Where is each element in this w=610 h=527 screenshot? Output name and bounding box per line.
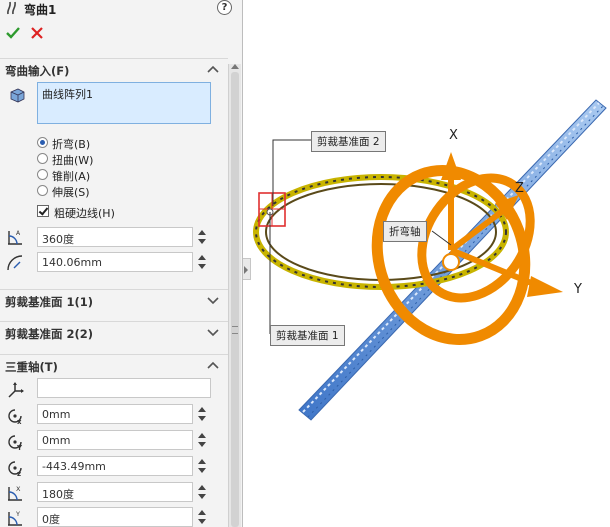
callout-trim-plane-1-text: 剪裁基准面 1 (276, 330, 339, 342)
chevron-up-icon[interactable] (207, 64, 219, 74)
callout-trim-plane-2-text: 剪裁基准面 2 (317, 136, 380, 148)
flex-feature-icon (7, 1, 16, 15)
radio-stretching-label: 伸展(S) (52, 186, 90, 199)
radio-twisting-dot[interactable] (37, 153, 48, 164)
angle-value[interactable]: 360度 (42, 231, 74, 247)
radio-twisting-label: 扭曲(W) (52, 154, 94, 167)
group-header-triad[interactable]: 三重轴(T) (0, 354, 228, 376)
x-coordinate-spinner[interactable] (196, 404, 208, 424)
group-title-trim-plane-1: 剪裁基准面 1(1) (5, 295, 94, 309)
panel-scrollbar[interactable] (228, 64, 241, 527)
model-view[interactable] (251, 0, 610, 527)
callout-bend-axis[interactable]: 折弯轴 (383, 221, 427, 242)
radius-icon (7, 255, 23, 271)
scrollbar-thumb[interactable] (231, 72, 239, 527)
x-rotation-icon: X (8, 485, 22, 501)
x-coordinate-field[interactable]: 0mm (37, 404, 193, 424)
angle-spinner[interactable] (196, 227, 208, 247)
angle-field[interactable]: 360度 (37, 227, 193, 247)
group-title-triad: 三重轴(T) (5, 360, 58, 374)
title-bar: 弯曲1 ? (0, 0, 242, 18)
hard-edges-label: 粗硬边线(H) (54, 207, 115, 220)
y-rotation-icon: Y (8, 510, 22, 526)
bodies-selection-box[interactable]: 曲线阵列1 (37, 82, 211, 124)
axis-label-z: Z (515, 181, 524, 196)
x-coordinate-value[interactable]: 0mm (42, 408, 70, 421)
svg-text:x: x (17, 418, 22, 425)
bodies-to-flex-icon (10, 88, 25, 103)
angle-icon: A (8, 230, 22, 245)
radio-tapering-dot[interactable] (37, 169, 48, 180)
z-coordinate-spinner[interactable] (196, 456, 208, 476)
z-coordinate-field[interactable]: -443.49mm (37, 456, 193, 476)
triad-selection-field[interactable] (37, 378, 211, 398)
graphics-area[interactable]: 剪裁基准面 2 剪裁基准面 1 折弯轴 X Y Z (251, 0, 610, 527)
x-rotation-value[interactable]: 180度 (42, 486, 74, 502)
chevron-down-icon[interactable] (207, 295, 219, 305)
y-coordinate-field[interactable]: 0mm (37, 430, 193, 450)
x-coordinate-icon: x (8, 409, 22, 425)
group-header-trim-plane-1[interactable]: 剪裁基准面 1(1) (0, 289, 228, 311)
y-rotation-field[interactable]: 0度 (37, 507, 193, 527)
property-manager-panel: 弯曲1 ? 弯曲输入(F) 曲线阵列1 折弯(B) 扭曲(W) 锥削(A) 伸展… (0, 0, 243, 527)
radio-tapering-label: 锥削(A) (52, 170, 91, 183)
svg-text:Y: Y (16, 444, 23, 451)
radius-field[interactable]: 140.06mm (37, 252, 193, 272)
y-rotation-spinner[interactable] (196, 507, 208, 527)
hard-edges-checkbox[interactable] (37, 205, 49, 217)
scrollbar-grip-icon (232, 326, 238, 334)
radio-stretching-dot[interactable] (37, 185, 48, 196)
callout-trim-plane-1[interactable]: 剪裁基准面 1 (270, 325, 345, 346)
z-coordinate-icon: z (8, 461, 22, 477)
group-header-trim-plane-2[interactable]: 剪裁基准面 2(2) (0, 321, 228, 343)
group-header-bend-input[interactable]: 弯曲输入(F) (0, 58, 228, 80)
radius-spinner[interactable] (196, 252, 208, 272)
radius-value[interactable]: 140.06mm (42, 256, 102, 269)
callout-bend-axis-text: 折弯轴 (389, 226, 421, 238)
radio-bending-label: 折弯(B) (52, 138, 91, 151)
y-rotation-value[interactable]: 0度 (42, 511, 60, 527)
callout-trim-plane-2[interactable]: 剪裁基准面 2 (311, 131, 386, 152)
triad-selection-icon (8, 382, 24, 398)
axis-label-y: Y (574, 282, 582, 297)
feature-title: 弯曲1 (24, 3, 57, 17)
help-icon[interactable]: ? (217, 0, 232, 15)
x-rotation-field[interactable]: 180度 (37, 482, 193, 502)
group-title-bend-input: 弯曲输入(F) (5, 64, 70, 78)
y-coordinate-value[interactable]: 0mm (42, 434, 70, 447)
svg-text:X: X (16, 485, 21, 493)
axis-label-x: X (449, 128, 458, 143)
svg-text:z: z (17, 470, 21, 477)
y-coordinate-spinner[interactable] (196, 430, 208, 450)
ok-button[interactable] (6, 26, 20, 40)
svg-text:Y: Y (15, 510, 20, 518)
svg-text:A: A (16, 230, 21, 237)
y-coordinate-icon: Y (8, 435, 23, 451)
z-coordinate-value[interactable]: -443.49mm (42, 460, 106, 473)
cancel-button[interactable] (30, 26, 44, 40)
scroll-up-arrow-icon[interactable] (231, 64, 239, 69)
chevron-up-icon[interactable] (207, 360, 219, 370)
panel-collapse-handle[interactable] (243, 258, 251, 280)
x-rotation-spinner[interactable] (196, 482, 208, 502)
chevron-down-icon[interactable] (207, 327, 219, 337)
radio-bending-dot[interactable] (37, 137, 48, 148)
selected-body-item[interactable]: 曲线阵列1 (42, 86, 93, 102)
group-title-trim-plane-2: 剪裁基准面 2(2) (5, 327, 94, 341)
